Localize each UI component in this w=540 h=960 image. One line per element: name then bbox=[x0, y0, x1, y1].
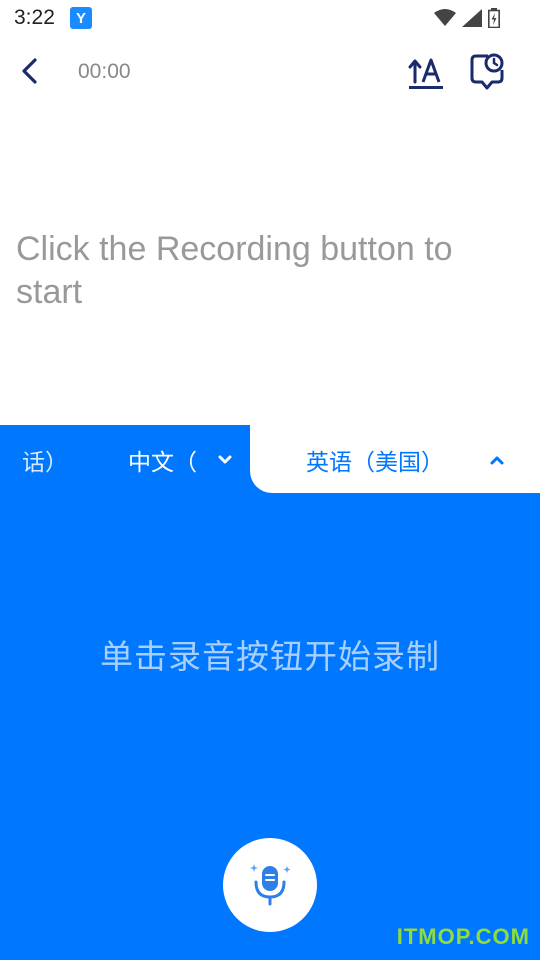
source-language-label[interactable]: 中文（ bbox=[128, 443, 208, 477]
status-bar: 3:22 Y bbox=[0, 0, 540, 36]
chevron-down-icon[interactable] bbox=[214, 449, 236, 471]
font-size-button[interactable] bbox=[406, 52, 446, 92]
app-badge-icon: Y bbox=[70, 7, 92, 29]
status-time: 3:22 bbox=[14, 6, 55, 29]
chevron-up-icon[interactable] bbox=[486, 449, 508, 471]
recording-timer: 00:00 bbox=[78, 60, 131, 83]
signal-icon bbox=[462, 9, 482, 27]
recording-panel: 话） 中文（ 英语（美国） 单击录音按钮开始录制 bbox=[0, 425, 540, 960]
top-toolbar: 00:00 bbox=[0, 40, 540, 106]
status-icons bbox=[434, 7, 500, 29]
panel-hint: 单击录音按钮开始录制 bbox=[100, 637, 440, 676]
history-button[interactable] bbox=[468, 52, 506, 92]
target-language-tab[interactable]: 英语（美国） bbox=[250, 425, 540, 493]
wifi-icon bbox=[434, 9, 456, 26]
chat-clock-icon bbox=[470, 53, 504, 90]
text-size-icon bbox=[408, 58, 443, 89]
target-language-label[interactable]: 英语（美国） bbox=[306, 443, 444, 477]
record-button[interactable] bbox=[223, 838, 317, 932]
watermark: ITMOP.COM bbox=[396, 924, 530, 949]
previous-language-label[interactable]: 话） bbox=[22, 443, 62, 477]
microphone-icon bbox=[250, 864, 291, 906]
back-button[interactable] bbox=[14, 54, 48, 88]
recording-hint: Click the Recording button to start bbox=[16, 230, 453, 311]
source-language-tab[interactable]: 话） 中文（ bbox=[0, 425, 250, 493]
chevron-left-icon bbox=[22, 58, 37, 84]
battery-icon bbox=[488, 8, 500, 28]
